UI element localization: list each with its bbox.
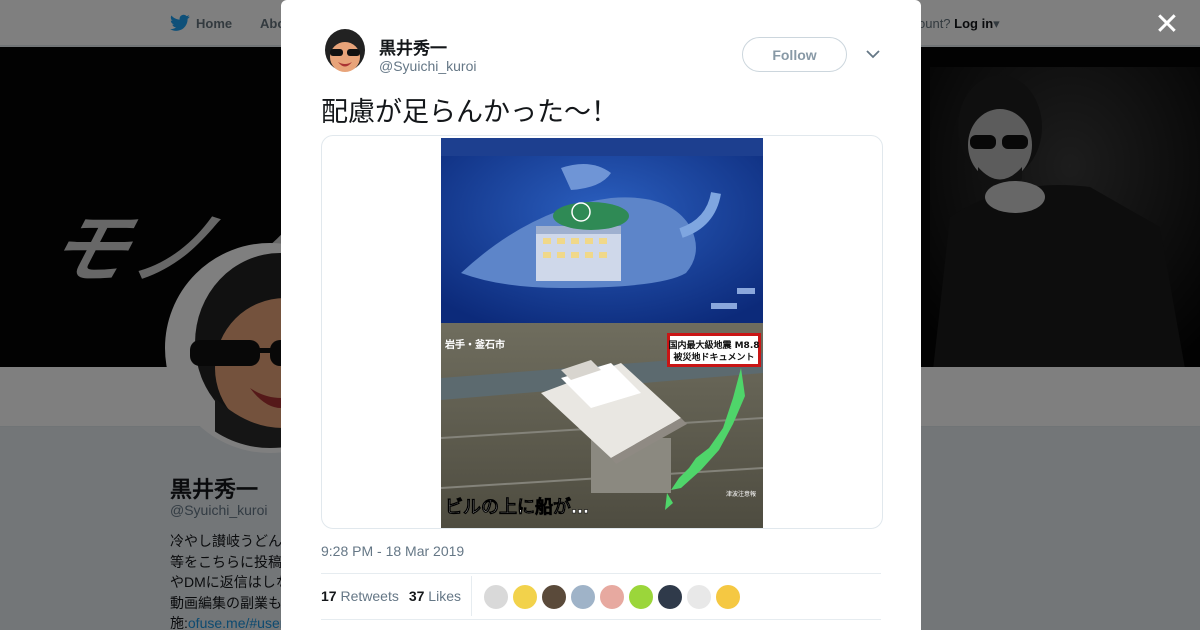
retweets-count: 17 [321,588,337,604]
author-handle[interactable]: @Syuichi_kuroi [379,58,476,74]
liker-avatar[interactable] [657,584,683,610]
media-map-note: 津波注意報 [726,490,756,498]
tweet-photo[interactable]: 国内最大級地震 M8.8 被災地ドキュメント 岩手・釜石市 津波注意報 ビルの上… [441,138,763,528]
chevron-down-icon[interactable] [863,44,883,64]
media-location: 岩手・釜石市 [444,338,505,351]
liker-avatars [483,584,741,610]
author-name[interactable]: 黒井秀一 [379,34,447,59]
liker-avatar[interactable] [483,584,509,610]
tweet-stats: 17 Retweets 37 Likes [321,588,461,604]
follow-button[interactable]: Follow [742,37,847,72]
tweet-timestamp[interactable]: 9:28 PM - 18 Mar 2019 [321,543,464,559]
retweets-label: Retweets [340,588,399,604]
close-icon[interactable]: ✕ [1152,10,1182,40]
liker-avatar[interactable] [570,584,596,610]
likes-stat[interactable]: 37 Likes [409,588,461,604]
media-headline-1: 国内最大級地震 M8.8 [668,339,759,351]
stats-divider [471,576,472,616]
liker-avatar[interactable] [715,584,741,610]
tweet-media[interactable]: 国内最大級地震 M8.8 被災地ドキュメント 岩手・釜石市 津波注意報 ビルの上… [321,135,883,529]
media-headline-2: 被災地ドキュメント [673,351,754,363]
divider [321,573,881,574]
tweet-modal: 黒井秀一 @Syuichi_kuroi Follow 配慮が足らんかった〜！ 国… [281,0,921,630]
liker-avatar[interactable] [599,584,625,610]
liker-avatar[interactable] [541,584,567,610]
liker-avatar[interactable] [512,584,538,610]
tweet-text: 配慮が足らんかった〜！ [321,97,618,128]
likes-label: Likes [428,588,461,604]
author-avatar-image [321,28,369,76]
liker-avatar[interactable] [686,584,712,610]
divider [321,619,881,620]
media-bottom-caption: ビルの上に船が… [445,496,589,518]
author-avatar[interactable] [321,28,369,76]
retweets-stat[interactable]: 17 Retweets [321,588,399,604]
likes-count: 37 [408,588,425,604]
liker-avatar[interactable] [628,584,654,610]
